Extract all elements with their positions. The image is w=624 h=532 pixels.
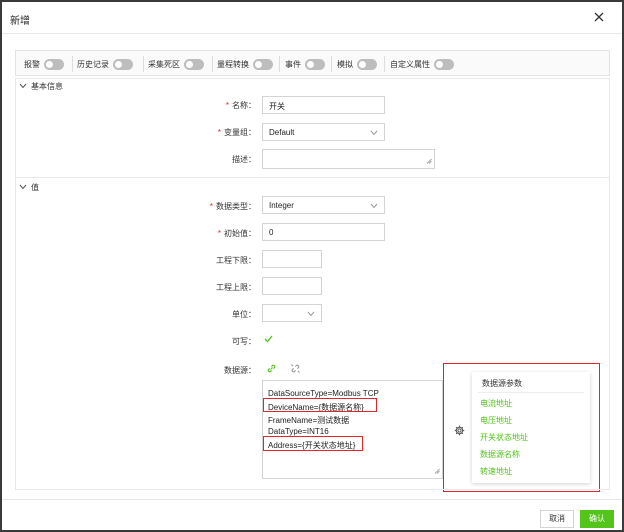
- datasource-textarea[interactable]: DataSourceType=Modbus TCP DeviceName={数据…: [262, 380, 443, 479]
- link-icon[interactable]: [266, 363, 277, 376]
- annotation-highlight: [263, 398, 377, 412]
- resize-grip-icon[interactable]: [426, 157, 432, 166]
- required-marker: *: [209, 202, 213, 211]
- writable-label: 可写：: [232, 337, 256, 346]
- toggle-custom-attributes[interactable]: 自定义属性: [390, 56, 454, 72]
- datasource-line: DataSourceType=Modbus TCP: [268, 389, 379, 398]
- initial-value-label-text: 初始值：: [224, 229, 256, 238]
- dialog-footer: 取消 确认: [2, 499, 622, 530]
- eng-high-label: 工程上限：: [216, 283, 256, 292]
- section-title: 基本信息: [31, 82, 63, 91]
- divider: [279, 56, 280, 72]
- param-item[interactable]: 开关状态地址: [480, 432, 528, 443]
- close-icon[interactable]: [592, 10, 606, 24]
- group-value: Default: [269, 128, 295, 137]
- group-label: * 变量组：: [218, 127, 256, 138]
- event-switch[interactable]: [305, 58, 325, 70]
- divider: [478, 392, 584, 393]
- param-item[interactable]: 数据源名称: [480, 449, 520, 460]
- datasource-label: 数据源：: [224, 366, 256, 375]
- add-variable-dialog: 新增 报警 历史记录 采集死区 量程转换 事件 模拟 自定义属性 基本信息 * …: [2, 2, 622, 530]
- frame-left: [15, 78, 16, 489]
- toggle-simulation[interactable]: 模拟: [337, 56, 377, 72]
- unit-label: 单位：: [232, 310, 256, 319]
- chevron-down-icon: [370, 129, 378, 138]
- name-input[interactable]: 开关: [262, 96, 385, 114]
- param-item[interactable]: 电压地址: [480, 415, 512, 426]
- annotation-highlight: [263, 436, 363, 451]
- resize-grip-icon[interactable]: [434, 467, 440, 476]
- eng-low-label: 工程下限：: [216, 256, 256, 265]
- section-divider: [15, 177, 610, 178]
- eng-high-input[interactable]: [262, 277, 322, 295]
- description-textarea[interactable]: [262, 149, 435, 169]
- toggle-label: 自定义属性: [390, 59, 430, 69]
- datasource-params-popover: 数据源参数 电流地址 电压地址 开关状态地址 数据源名称 转速地址: [472, 372, 590, 483]
- datatype-label: * 数据类型：: [210, 201, 256, 212]
- custom-attributes-switch[interactable]: [434, 58, 454, 70]
- toggle-label: 模拟: [337, 59, 353, 69]
- divider: [143, 56, 144, 72]
- group-select[interactable]: Default: [262, 123, 385, 141]
- cancel-button[interactable]: 取消: [540, 510, 574, 528]
- confirm-button[interactable]: 确认: [580, 510, 614, 528]
- chevron-down-icon: [19, 82, 27, 91]
- toggle-history[interactable]: 历史记录: [77, 56, 133, 72]
- eng-low-input[interactable]: [262, 250, 322, 268]
- section-basic-header[interactable]: 基本信息: [15, 79, 610, 93]
- divider: [384, 56, 385, 72]
- initial-value-label: * 初始值：: [218, 228, 256, 239]
- chevron-down-icon: [370, 202, 378, 211]
- unit-select[interactable]: [262, 304, 322, 322]
- param-item[interactable]: 电流地址: [480, 398, 512, 409]
- toggle-label: 采集死区: [148, 59, 180, 69]
- name-value: 开关: [269, 102, 285, 111]
- chevron-down-icon: [19, 183, 27, 192]
- check-icon: [264, 335, 273, 345]
- feature-toggle-bar: 报警 历史记录 采集死区 量程转换 事件 模拟 自定义属性: [15, 50, 610, 76]
- dialog-title: 新增: [10, 16, 30, 27]
- toggle-event[interactable]: 事件: [285, 56, 325, 72]
- section-value-header[interactable]: 值: [15, 180, 610, 194]
- datatype-select[interactable]: Integer: [262, 196, 385, 214]
- group-label-text: 变量组：: [224, 128, 256, 137]
- alarm-switch[interactable]: [44, 58, 64, 70]
- required-marker: *: [217, 128, 221, 137]
- writable-checkbox[interactable]: [264, 335, 273, 345]
- toggle-label: 历史记录: [77, 59, 109, 69]
- required-marker: *: [225, 101, 229, 110]
- datatype-label-text: 数据类型：: [216, 202, 256, 211]
- toggle-label: 量程转换: [217, 59, 249, 69]
- datasource-line: FrameName=测试数据: [268, 416, 350, 425]
- description-label: 描述：: [232, 155, 256, 164]
- deadband-switch[interactable]: [184, 58, 204, 70]
- frame-right: [609, 78, 610, 489]
- range-conversion-switch[interactable]: [253, 58, 273, 70]
- initial-value: 0: [269, 228, 274, 237]
- divider: [212, 56, 213, 72]
- initial-value-input[interactable]: 0: [262, 223, 385, 241]
- dialog-header: 新增: [2, 2, 622, 34]
- form-bottom-border: [15, 489, 610, 490]
- unlink-icon[interactable]: [290, 363, 301, 376]
- toggle-alarm[interactable]: 报警: [24, 56, 64, 72]
- name-label-text: 名称：: [232, 101, 256, 110]
- name-label: * 名称：: [226, 100, 256, 111]
- chevron-down-icon: [307, 310, 315, 319]
- history-switch[interactable]: [113, 58, 133, 70]
- datatype-value: Integer: [269, 201, 294, 210]
- toggle-label: 事件: [285, 59, 301, 69]
- required-marker: *: [217, 229, 221, 238]
- toggle-deadband[interactable]: 采集死区: [148, 56, 204, 72]
- param-item[interactable]: 转速地址: [480, 466, 512, 477]
- datasource-line: DataType=INT16: [268, 427, 329, 436]
- divider: [72, 56, 73, 72]
- toggle-range-conversion[interactable]: 量程转换: [217, 56, 273, 72]
- simulation-switch[interactable]: [357, 58, 377, 70]
- popover-title: 数据源参数: [482, 379, 522, 388]
- divider: [331, 56, 332, 72]
- toggle-label: 报警: [24, 59, 40, 69]
- section-title: 值: [31, 183, 39, 192]
